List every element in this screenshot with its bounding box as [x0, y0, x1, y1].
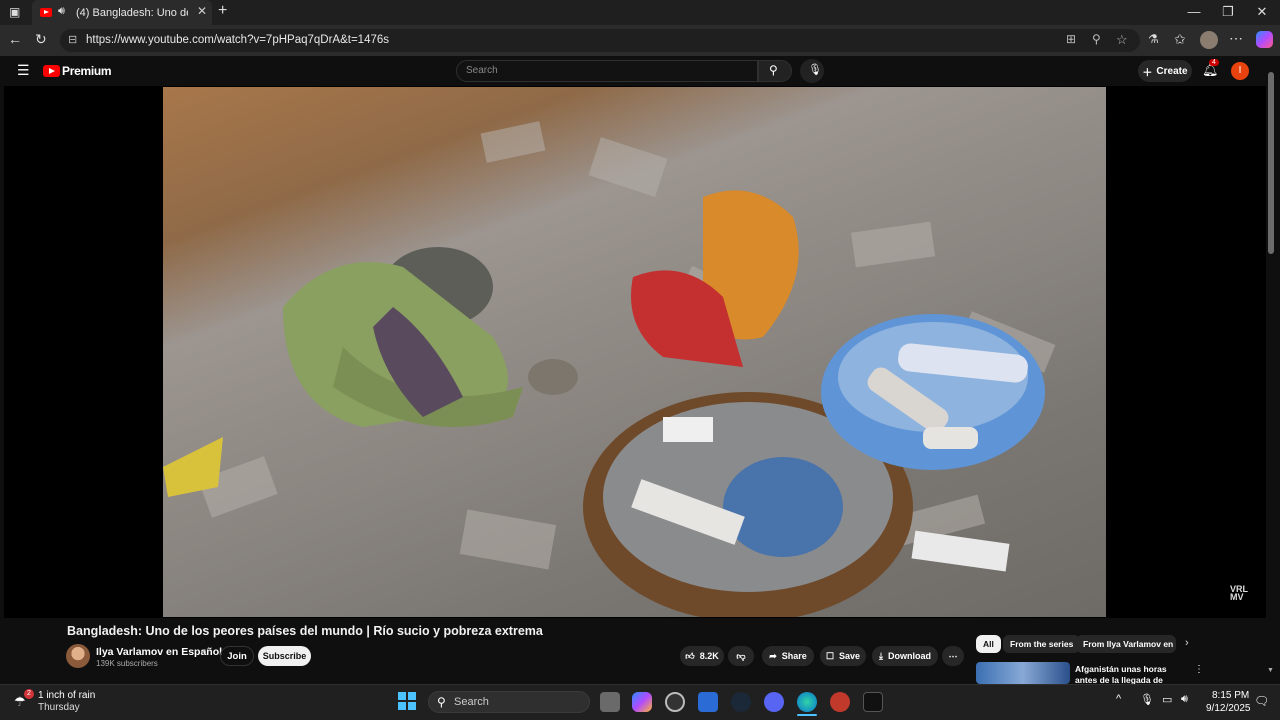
back-icon[interactable]: ← — [8, 31, 22, 47]
create-label: Create — [1156, 65, 1188, 77]
save-label: Save — [839, 651, 861, 661]
video-player[interactable]: VRL MV — [4, 86, 1266, 618]
terminal-app-icon[interactable] — [863, 692, 883, 712]
tray-volume-icon[interactable]: 🔊︎ — [1181, 693, 1188, 706]
join-button[interactable]: Join — [220, 646, 254, 666]
microphone-icon: 🎙︎ — [808, 64, 822, 76]
discord-app-icon[interactable] — [764, 692, 784, 712]
chip-from-channel[interactable]: From Ilya Varlamov en Es — [1076, 635, 1176, 653]
subscriber-count: 139K subscribers — [96, 659, 158, 668]
tray-network-icon[interactable]: ▭ — [1162, 693, 1172, 706]
taskbar-search-placeholder: Search — [454, 696, 489, 708]
tray-mic-icon[interactable]: 🎙︎ — [1140, 693, 1154, 706]
chevron-right-icon[interactable]: › — [1185, 637, 1189, 649]
search-placeholder: Search — [466, 65, 498, 76]
plus-icon: ＋ — [1142, 67, 1153, 79]
save-button[interactable]: ☐ Save — [820, 646, 866, 666]
app-available-icon[interactable]: ⊞ — [1066, 32, 1076, 46]
download-icon: ⤓ — [879, 650, 883, 661]
refresh-icon[interactable]: ↻ — [35, 31, 47, 48]
chrome-app-icon[interactable] — [665, 692, 685, 712]
minimize-icon[interactable]: — — [1180, 4, 1208, 19]
search-button[interactable]: ⚲ — [758, 60, 792, 82]
chip-from-series[interactable]: From the series — [1003, 635, 1081, 653]
recommended-title[interactable]: Afganistán unas horas antes de la llegad… — [1075, 664, 1190, 684]
edge-active-indicator — [797, 714, 817, 716]
taskbar-search[interactable]: ⚲ Search — [428, 691, 590, 713]
youtube-favicon-icon — [40, 8, 52, 17]
more-horizontal-icon: ⋯ — [948, 650, 958, 661]
steam-app-icon[interactable] — [731, 692, 751, 712]
share-icon: ➦ — [769, 650, 777, 661]
copilot-icon[interactable] — [1256, 31, 1273, 48]
youtube-search-input[interactable]: Search — [456, 60, 758, 82]
recommended-thumbnail[interactable] — [976, 662, 1070, 684]
video-frame[interactable] — [163, 87, 1106, 617]
recommended-menu-icon[interactable]: ⋮ — [1194, 664, 1204, 675]
store-app-icon[interactable] — [698, 692, 718, 712]
video-title: Bangladesh: Uno de los peores países del… — [67, 624, 543, 638]
hamburger-menu-icon[interactable]: ☰ — [17, 62, 30, 79]
clock-date[interactable]: 9/12/2025 — [1206, 703, 1251, 714]
tab-title: (4) Bangladesh: Uno de los p — [76, 6, 188, 19]
taskbar-search-icon: ⚲ — [437, 695, 446, 709]
voice-search-button[interactable]: 🎙︎ — [800, 59, 824, 83]
like-button[interactable]: 👍︎ 8.2K — [680, 646, 724, 666]
task-view-icon[interactable] — [600, 692, 620, 712]
video-scene — [163, 121, 1056, 617]
save-icon: ☐ — [825, 650, 835, 661]
notification-center-icon[interactable]: 🗨︎ — [1254, 694, 1269, 708]
zoom-icon[interactable]: ⚲ — [1092, 32, 1101, 46]
page-scrollbar[interactable] — [1268, 72, 1274, 254]
subscribe-button[interactable]: Subscribe — [258, 646, 311, 666]
more-actions-button[interactable]: ⋯ — [942, 646, 964, 666]
tab-actions-icon[interactable]: ▣ — [9, 5, 20, 19]
youtube-logo-icon[interactable] — [43, 65, 60, 77]
account-avatar[interactable]: I — [1231, 62, 1249, 80]
share-button[interactable]: ➦ Share — [762, 646, 814, 666]
browser-tab[interactable]: 🔊︎ (4) Bangladesh: Uno de los p ✕ — [32, 0, 212, 25]
favorites-icon[interactable]: ✩ — [1174, 31, 1186, 48]
like-count: 8.2K — [699, 651, 719, 661]
browser-toolbar: ← ↻ ⊟ https://www.youtube.com/watch?v=7p… — [0, 25, 1280, 56]
weather-day[interactable]: Thursday — [38, 702, 80, 713]
channel-avatar[interactable] — [66, 644, 90, 668]
edge-app-icon[interactable] — [797, 692, 817, 712]
share-label: Share — [781, 651, 807, 661]
notification-badge: 4 — [1209, 59, 1219, 66]
clock-time[interactable]: 8:15 PM — [1212, 690, 1249, 701]
browser-tab-strip: ▣ 🔊︎ (4) Bangladesh: Uno de los p ✕ + — … — [0, 0, 1280, 25]
red-app-icon[interactable] — [830, 692, 850, 712]
channel-watermark: VRL MV — [1230, 584, 1248, 602]
restore-icon[interactable]: ❐ — [1214, 4, 1242, 20]
verified-badge-icon: ✔ — [200, 647, 207, 656]
windows-start-icon[interactable] — [398, 692, 416, 710]
weather-alert-badge: 2 — [24, 689, 34, 699]
close-tab-icon[interactable]: ✕ — [197, 4, 207, 18]
weather-summary[interactable]: 1 inch of rain — [38, 690, 95, 701]
address-bar[interactable]: ⊟ https://www.youtube.com/watch?v=7pHPaq… — [60, 29, 1140, 52]
youtube-logo-text[interactable]: Premium — [62, 64, 112, 78]
dislike-button[interactable]: 👎︎ — [728, 646, 754, 666]
site-info-icon[interactable]: ⊟ — [68, 33, 77, 46]
favorite-star-icon[interactable]: ☆ — [1116, 32, 1128, 48]
scroll-down-icon[interactable]: ▼ — [1267, 667, 1274, 674]
more-menu-icon[interactable]: ⋯ — [1229, 30, 1243, 47]
youtube-header: ☰ Premium Search ⚲ 🎙︎ ＋ Create 🔔︎ 4 I — [0, 56, 1280, 86]
thumbs-down-icon: 👎︎ — [736, 650, 746, 661]
search-icon: ⚲ — [769, 63, 778, 77]
speaker-icon[interactable]: 🔊︎ — [58, 5, 65, 18]
url-text[interactable]: https://www.youtube.com/watch?v=7pHPaq7q… — [86, 34, 389, 46]
download-button[interactable]: ⤓ Download — [872, 646, 938, 666]
chip-all[interactable]: All — [976, 635, 1001, 653]
copilot-app-icon[interactable] — [632, 692, 652, 712]
tray-overflow-icon[interactable]: ^ — [1116, 693, 1121, 705]
extensions-icon[interactable]: ⚗ — [1148, 32, 1159, 46]
close-window-icon[interactable]: ✕ — [1248, 4, 1276, 20]
new-tab-button[interactable]: + — [218, 2, 227, 20]
download-label: Download — [887, 651, 931, 661]
create-button[interactable]: ＋ Create — [1138, 60, 1192, 82]
thumbs-up-icon: 👍︎ — [685, 650, 695, 661]
profile-avatar[interactable] — [1200, 31, 1218, 49]
